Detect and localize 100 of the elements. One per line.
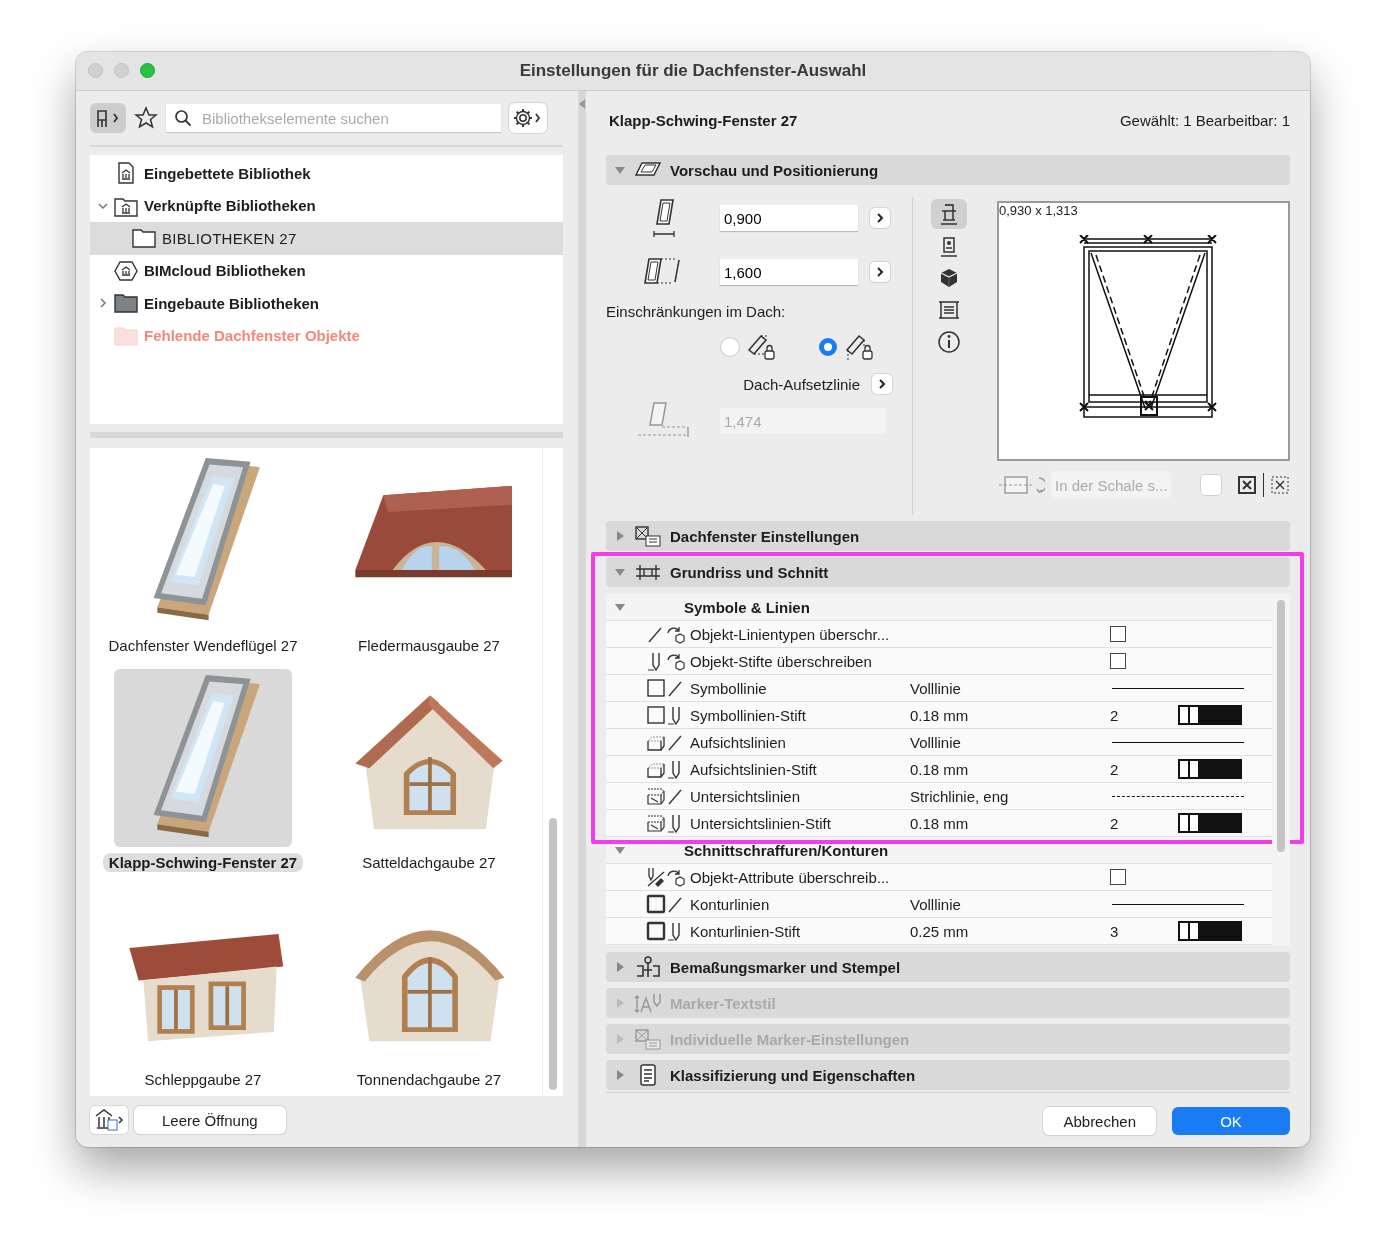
disclosure-icon[interactable] bbox=[614, 961, 626, 973]
property-label: Symbollinien-Stift bbox=[690, 706, 807, 724]
search-field[interactable]: Bibliothekselemente suchen bbox=[166, 104, 501, 132]
disclosure-icon[interactable] bbox=[614, 566, 626, 578]
scrollbar-thumb[interactable] bbox=[1277, 600, 1285, 852]
property-value: 0.25 mm bbox=[910, 922, 969, 940]
chevron-icon bbox=[876, 212, 884, 224]
property-label: Untersichtslinien bbox=[690, 787, 802, 805]
property-label: Objekt-Stifte überschreiben bbox=[690, 652, 873, 670]
cross-box-icon[interactable] bbox=[1237, 475, 1257, 495]
pen-swatch[interactable] bbox=[1178, 759, 1242, 779]
section-title: Vorschau und Positionierung bbox=[670, 161, 879, 179]
checkbox[interactable] bbox=[1110, 626, 1126, 642]
section-header[interactable]: Grundriss und Schnitt bbox=[606, 557, 1290, 587]
property-value: Volllinie bbox=[910, 895, 961, 913]
disclosure-icon[interactable] bbox=[614, 844, 626, 856]
expand-button[interactable] bbox=[870, 208, 890, 228]
expand-button[interactable] bbox=[870, 262, 890, 282]
tree-item[interactable]: BIBLIOTHEKEN 27 bbox=[90, 222, 563, 255]
object-type-button[interactable] bbox=[90, 103, 126, 133]
tree-item[interactable]: Verknüpfte Bibliotheken bbox=[90, 189, 563, 222]
property-label: Symbollinie bbox=[690, 679, 768, 697]
property-value: Volllinie bbox=[910, 679, 961, 697]
library-list-button[interactable] bbox=[90, 1106, 128, 1134]
disclosure-icon[interactable] bbox=[614, 1069, 626, 1081]
section-title: Bemaßungsmarker und Stempel bbox=[670, 958, 901, 976]
roof-line-label: Dach-Aufsetzlinie bbox=[743, 375, 860, 393]
width-field[interactable]: 0,900 bbox=[720, 205, 858, 231]
property-label: Objekt-Attribute überschreib... bbox=[690, 868, 891, 886]
pen-number: 3 bbox=[1110, 922, 1120, 940]
list-icon bbox=[937, 298, 961, 322]
tree-label: BIMcloud Bibliotheken bbox=[144, 262, 306, 280]
property-value: 0.18 mm bbox=[910, 706, 969, 724]
folder-icon bbox=[132, 227, 156, 250]
object-label: Klapp-Schwing-Fenster 27 bbox=[102, 853, 304, 872]
pen-swatch[interactable] bbox=[1178, 813, 1242, 833]
section-header[interactable]: Bemaßungsmarker und Stempel bbox=[606, 952, 1290, 982]
property-label: Objekt-Linientypen überschr... bbox=[690, 625, 891, 643]
tree-item[interactable]: BIMcloud Bibliotheken bbox=[90, 254, 563, 287]
property-label: Aufsichtslinien-Stift bbox=[690, 760, 818, 778]
text-style-icon bbox=[634, 992, 662, 1014]
disclosure-icon[interactable] bbox=[614, 530, 626, 542]
zoom-button[interactable] bbox=[140, 63, 155, 78]
expand-button[interactable] bbox=[872, 374, 892, 394]
disclosure-icon[interactable] bbox=[614, 601, 626, 613]
constraint-radio[interactable] bbox=[819, 338, 837, 356]
checkbox[interactable] bbox=[1110, 869, 1126, 885]
dashed-cross-box-icon[interactable] bbox=[1270, 475, 1290, 495]
property-label: Untersichtslinien-Stift bbox=[690, 814, 832, 832]
library-hexagon-icon bbox=[114, 259, 138, 282]
window-title: Einstellungen für die Dachfenster-Auswahl bbox=[519, 61, 867, 81]
constraints-label: Einschränkungen im Dach: bbox=[606, 303, 787, 320]
marker-grid-icon bbox=[634, 1028, 662, 1050]
preview-dimensions: 0,930 x 1,313 bbox=[999, 203, 1078, 218]
group-title: Schnittschraffuren/Konturen bbox=[684, 841, 889, 859]
chevron-icon bbox=[878, 378, 886, 390]
library-icon bbox=[94, 1108, 124, 1132]
object-name: Klapp-Schwing-Fenster 27 bbox=[609, 111, 798, 129]
tree-item[interactable]: Eingebettete Bibliothek bbox=[90, 157, 563, 190]
checkbox[interactable] bbox=[1201, 475, 1221, 495]
empty-opening-button[interactable]: Leere Öffnung bbox=[134, 1106, 286, 1134]
pen-number: 2 bbox=[1110, 814, 1120, 832]
tree-label: Verknüpfte Bibliotheken bbox=[144, 197, 316, 215]
window-grid-icon bbox=[634, 525, 662, 547]
chevron-icon bbox=[876, 266, 884, 278]
folder-icon bbox=[114, 324, 138, 347]
height-field[interactable]: 1,600 bbox=[720, 259, 858, 285]
cancel-button[interactable]: Abbrechen bbox=[1043, 1107, 1156, 1135]
section-header[interactable]: Klassifizierung und Eigenschaften bbox=[606, 1060, 1290, 1090]
property-label: Konturlinien-Stift bbox=[690, 922, 802, 940]
ok-button[interactable]: OK bbox=[1172, 1107, 1290, 1135]
section-title: Klassifizierung und Eigenschaften bbox=[670, 1066, 916, 1084]
pen-number: 2 bbox=[1110, 706, 1120, 724]
checkbox[interactable] bbox=[1110, 653, 1126, 669]
scrollbar-thumb[interactable] bbox=[549, 818, 557, 1090]
star-icon[interactable] bbox=[134, 106, 158, 130]
tree-item[interactable]: Eingebaute Bibliotheken bbox=[90, 287, 563, 320]
folder-icon bbox=[114, 292, 138, 315]
pen-swatch[interactable] bbox=[1178, 705, 1242, 725]
property-value: 0.18 mm bbox=[910, 760, 969, 778]
tree-label: Eingebettete Bibliothek bbox=[144, 164, 311, 182]
view-button[interactable] bbox=[931, 199, 967, 229]
section-header[interactable]: Dachfenster Einstellungen bbox=[606, 521, 1290, 551]
property-value: Volllinie bbox=[910, 733, 961, 751]
property-value: 0.18 mm bbox=[910, 814, 969, 832]
settings-button[interactable] bbox=[509, 103, 547, 133]
selection-info: Gewählt: 1 Bearbeitbar: 1 bbox=[1119, 111, 1290, 129]
property-label: Konturlinien bbox=[690, 895, 771, 913]
section-header[interactable]: Vorschau und Positionierung bbox=[606, 155, 1290, 185]
pen-swatch[interactable] bbox=[1178, 921, 1242, 941]
constraint-radio[interactable] bbox=[721, 338, 739, 356]
pen-number: 2 bbox=[1110, 760, 1120, 778]
disclosure-icon[interactable] bbox=[97, 297, 109, 310]
section-title: Grundriss und Schnitt bbox=[670, 563, 829, 581]
disclosure-icon[interactable] bbox=[614, 164, 626, 176]
tree-label: Eingebaute Bibliotheken bbox=[144, 294, 320, 312]
tree-label: Fehlende Dachfenster Objekte bbox=[144, 327, 360, 345]
section-title: Dachfenster Einstellungen bbox=[670, 527, 860, 545]
object-label: Tonnendachgaube 27 bbox=[355, 1070, 503, 1089]
tree-label: BIBLIOTHEKEN 27 bbox=[162, 229, 297, 247]
